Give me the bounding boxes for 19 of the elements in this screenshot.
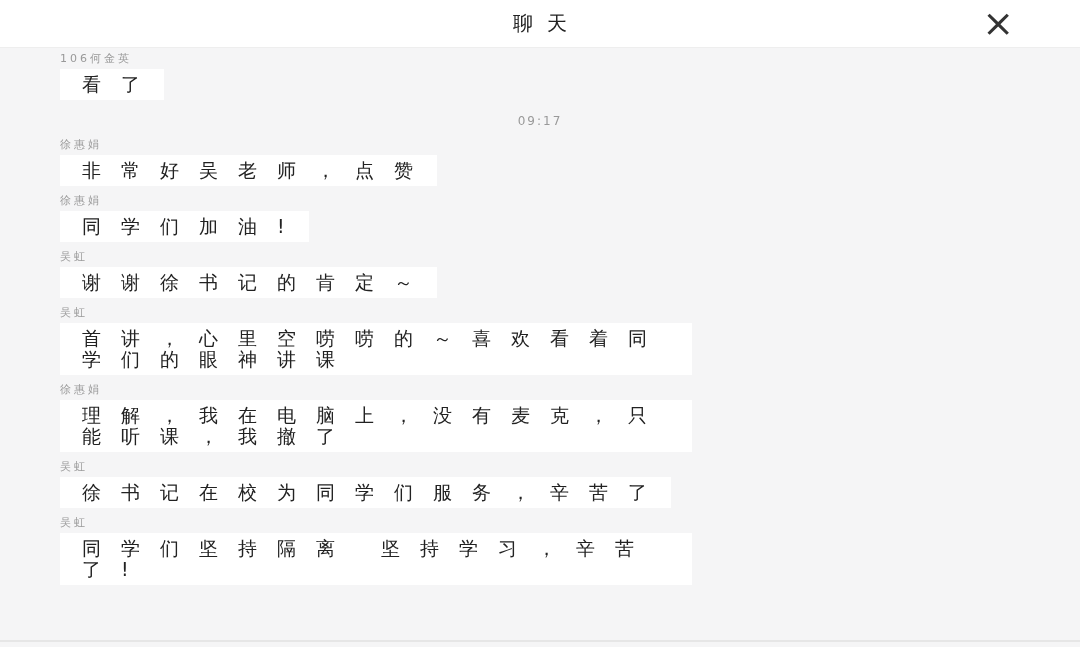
sender-name: 徐惠娟 <box>60 383 102 397</box>
sender-name: 106何金英 <box>60 52 132 66</box>
sender-name: 吴虹 <box>60 250 88 264</box>
timestamp: 09:17 <box>517 114 563 128</box>
message-bubble: 首讲，心里空唠唠的～喜欢看着同学们的眼神讲课 <box>60 323 692 375</box>
message-bubble: 看了 <box>60 69 164 100</box>
sender-name: 吴虹 <box>60 306 88 320</box>
message-bubble: 谢谢徐书记的肯定～ <box>60 267 437 298</box>
message-bubble: 理解，我在电脑上，没有麦克，只能听课，我撤了 <box>60 400 692 452</box>
message-bubble: 徐书记在校为同学们服务，辛苦了 <box>60 477 671 508</box>
message-bubble: 非常好吴老师，点赞 <box>60 155 437 186</box>
sender-name: 吴虹 <box>60 516 88 530</box>
message-bubble: 同学们坚持隔离 坚持学习，辛苦了! <box>60 533 692 585</box>
chat-title: 聊天 <box>512 10 581 37</box>
close-button[interactable]: × <box>976 6 1020 40</box>
sender-name: 徐惠娟 <box>60 194 102 208</box>
sender-name: 徐惠娟 <box>60 138 102 152</box>
message-bubble: 同学们加油! <box>60 211 309 242</box>
sender-name: 吴虹 <box>60 460 88 474</box>
